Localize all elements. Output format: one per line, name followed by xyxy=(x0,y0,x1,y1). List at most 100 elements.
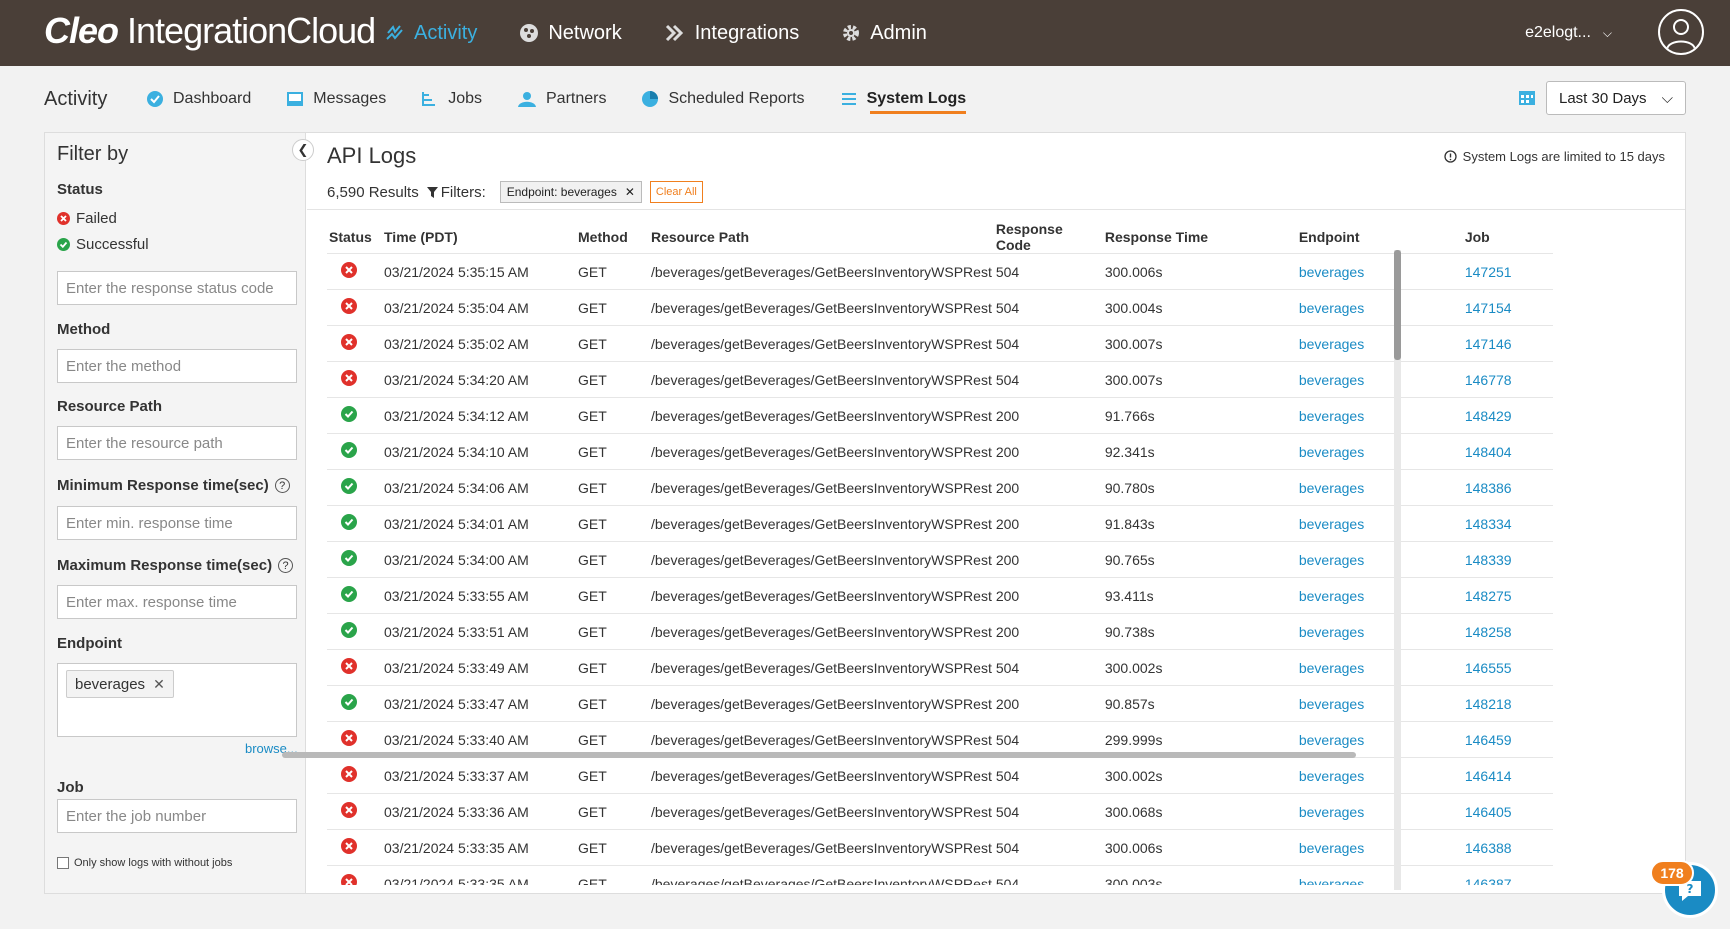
endpoint-input[interactable]: beverages ✕ xyxy=(57,663,297,737)
job-link[interactable]: 148339 xyxy=(1465,552,1512,568)
table-row[interactable]: 03/21/2024 5:35:15 AM GET/beverages/getBe… xyxy=(327,253,1553,290)
failed-icon xyxy=(341,658,357,677)
col-endpoint[interactable]: Endpoint xyxy=(1297,221,1463,254)
job-link[interactable]: 146555 xyxy=(1465,660,1512,676)
table-row[interactable]: 03/21/2024 5:33:37 AM GET/beverages/getBe… xyxy=(327,757,1553,794)
endpoint-link[interactable]: beverages xyxy=(1299,264,1364,280)
endpoint-link[interactable]: beverages xyxy=(1299,372,1364,388)
job-link[interactable]: 148218 xyxy=(1465,696,1512,712)
table-row[interactable]: 03/21/2024 5:34:01 AM GET/beverages/getBe… xyxy=(327,505,1553,542)
job-link[interactable]: 146414 xyxy=(1465,768,1512,784)
job-link[interactable]: 148386 xyxy=(1465,480,1512,496)
avatar[interactable] xyxy=(1658,9,1704,55)
method-cell: GET xyxy=(576,757,649,794)
endpoint-link[interactable]: beverages xyxy=(1299,444,1364,460)
endpoint-link[interactable]: beverages xyxy=(1299,552,1364,568)
tab-scheduled-reports[interactable]: Scheduled Reports xyxy=(641,66,805,132)
endpoint-link[interactable]: beverages xyxy=(1299,768,1364,784)
table-row[interactable]: 03/21/2024 5:33:51 AM GET/beverages/getBe… xyxy=(327,613,1553,650)
job-link[interactable]: 147251 xyxy=(1465,264,1512,280)
date-range-select[interactable]: Last 30 Days ⌵ xyxy=(1546,81,1686,115)
table-row[interactable]: 03/21/2024 5:34:00 AM GET/beverages/getBe… xyxy=(327,541,1553,578)
col-response-time[interactable]: Response Time xyxy=(1103,221,1297,254)
min-response-input[interactable] xyxy=(57,506,297,540)
endpoint-link[interactable]: beverages xyxy=(1299,840,1364,856)
table-row[interactable]: 03/21/2024 5:34:12 AM GET/beverages/getBe… xyxy=(327,397,1553,434)
job-input[interactable] xyxy=(57,799,297,833)
job-link[interactable]: 146405 xyxy=(1465,804,1512,820)
endpoint-cell: beverages xyxy=(1296,685,1463,722)
job-link[interactable]: 146778 xyxy=(1465,372,1512,388)
tab-partners[interactable]: Partners xyxy=(517,66,606,132)
endpoint-link[interactable]: beverages xyxy=(1299,732,1364,748)
table-row[interactable]: 03/21/2024 5:34:20 AM GET/beverages/getBe… xyxy=(327,361,1553,398)
status-code-input[interactable] xyxy=(57,271,297,305)
table-row[interactable]: 03/21/2024 5:35:02 AM GET/beverages/getBe… xyxy=(327,325,1553,362)
endpoint-link[interactable]: beverages xyxy=(1299,696,1364,712)
col-resource-path[interactable]: Resource Path xyxy=(649,221,994,254)
endpoint-link[interactable]: beverages xyxy=(1299,408,1364,424)
topnav-admin[interactable]: Admin xyxy=(841,0,927,66)
method-input[interactable] xyxy=(57,349,297,383)
endpoint-link[interactable]: beverages xyxy=(1299,876,1364,885)
table-row[interactable]: 03/21/2024 5:34:10 AM GET/beverages/getBe… xyxy=(327,433,1553,470)
table-row[interactable]: 03/21/2024 5:33:36 AM GET/beverages/getBe… xyxy=(327,793,1553,830)
status-option-successful[interactable]: Successful xyxy=(57,236,149,253)
job-link[interactable]: 147146 xyxy=(1465,336,1512,352)
job-link[interactable]: 146388 xyxy=(1465,840,1512,856)
endpoint-link[interactable]: beverages xyxy=(1299,516,1364,532)
endpoint-link[interactable]: beverages xyxy=(1299,300,1364,316)
logo[interactable]: Cleo IntegrationCloud xyxy=(44,10,376,52)
resource-path-input[interactable] xyxy=(57,426,297,460)
collapse-sidebar-button[interactable]: ❮ xyxy=(292,139,314,161)
endpoint-cell: beverages xyxy=(1296,649,1463,686)
col-time[interactable]: Time (PDT) xyxy=(382,221,576,254)
vertical-scroll-thumb[interactable] xyxy=(1394,250,1401,360)
only-jobs-checkbox[interactable] xyxy=(57,857,69,869)
calendar-icon[interactable] xyxy=(1518,88,1536,111)
job-link[interactable]: 147154 xyxy=(1465,300,1512,316)
max-response-input[interactable] xyxy=(57,585,297,619)
tab-dashboard[interactable]: Dashboard xyxy=(146,66,251,132)
topnav-network[interactable]: Network xyxy=(519,0,622,66)
resource-path-label: Resource Path xyxy=(57,398,163,415)
table-row[interactable]: 03/21/2024 5:34:06 AM GET/beverages/getBe… xyxy=(327,469,1553,506)
col-response-code[interactable]: Response Code xyxy=(994,221,1103,254)
col-status[interactable]: Status xyxy=(327,221,382,254)
endpoint-link[interactable]: beverages xyxy=(1299,336,1364,352)
job-link[interactable]: 148334 xyxy=(1465,516,1512,532)
endpoint-link[interactable]: beverages xyxy=(1299,804,1364,820)
endpoint-link[interactable]: beverages xyxy=(1299,588,1364,604)
tab-messages[interactable]: Messages xyxy=(286,66,386,132)
col-job[interactable]: Job xyxy=(1463,221,1553,254)
job-link[interactable]: 148275 xyxy=(1465,588,1512,604)
table-row[interactable]: 03/21/2024 5:33:55 AM GET/beverages/getBe… xyxy=(327,577,1553,614)
job-link[interactable]: 146459 xyxy=(1465,732,1512,748)
endpoint-link[interactable]: beverages xyxy=(1299,480,1364,496)
job-link[interactable]: 146387 xyxy=(1465,876,1512,885)
table-row[interactable]: 03/21/2024 5:33:49 AM GET/beverages/getBe… xyxy=(327,649,1553,686)
endpoint-link[interactable]: beverages xyxy=(1299,624,1364,640)
topnav-integrations[interactable]: Integrations xyxy=(664,0,799,66)
topnav-activity[interactable]: Activity xyxy=(385,0,477,66)
table-row[interactable]: 03/21/2024 5:33:35 AM GET/beverages/getBe… xyxy=(327,865,1553,885)
close-icon[interactable]: ✕ xyxy=(153,676,165,693)
status-option-failed[interactable]: Failed xyxy=(57,210,117,227)
job-link[interactable]: 148258 xyxy=(1465,624,1512,640)
col-method[interactable]: Method xyxy=(576,221,649,254)
job-link[interactable]: 148429 xyxy=(1465,408,1512,424)
table-row[interactable]: 03/21/2024 5:33:35 AM GET/beverages/getBe… xyxy=(327,829,1553,866)
help-icon[interactable]: ? xyxy=(274,478,290,493)
method-cell: GET xyxy=(576,541,649,578)
tab-system-logs[interactable]: System Logs xyxy=(840,66,966,132)
endpoint-link[interactable]: beverages xyxy=(1299,660,1364,676)
job-link[interactable]: 148404 xyxy=(1465,444,1512,460)
user-menu[interactable]: e2elogt... ⌵ xyxy=(1525,24,1612,42)
horizontal-scrollbar[interactable] xyxy=(282,752,1356,758)
table-row[interactable]: 03/21/2024 5:35:04 AM GET/beverages/getBe… xyxy=(327,289,1553,326)
help-icon[interactable]: ? xyxy=(278,558,294,573)
table-row[interactable]: 03/21/2024 5:33:47 AM GET/beverages/getBe… xyxy=(327,685,1553,722)
response-time-cell: 90.738s xyxy=(1102,613,1297,650)
response-code-cell: 200 xyxy=(993,433,1103,470)
tab-jobs[interactable]: Jobs xyxy=(421,66,482,132)
